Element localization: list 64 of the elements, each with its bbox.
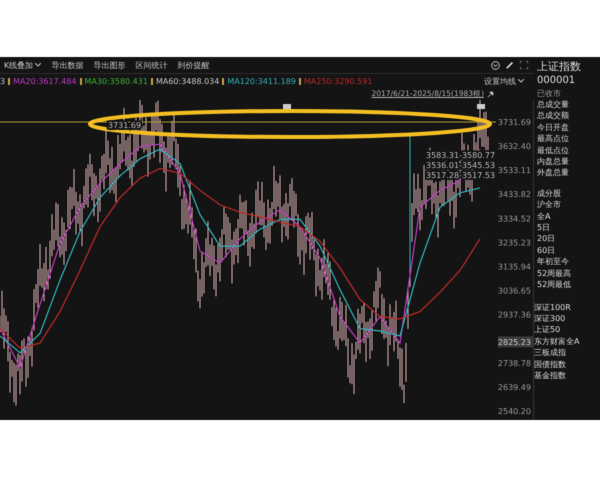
period-label: 全A xyxy=(537,210,552,222)
index-code: 000001 xyxy=(537,74,576,88)
marker-icon xyxy=(150,78,153,84)
stat-label: 最高点位 xyxy=(537,133,570,145)
stat-label: 总成交额 xyxy=(537,110,570,122)
dropdown-circle-icon[interactable] xyxy=(491,60,500,70)
axis-label: 3632.40 xyxy=(498,142,531,152)
index-name: 上证指数 xyxy=(537,59,582,74)
toolbar-button[interactable]: 到价提醒 xyxy=(175,60,212,70)
marker-icon xyxy=(80,78,82,84)
toolbar-button[interactable]: 导出图形 xyxy=(91,60,128,70)
axis-label: 2540.20 xyxy=(498,407,531,416)
marker-icon xyxy=(8,78,10,84)
brush-icon[interactable] xyxy=(506,61,514,69)
market-status: 已收市 xyxy=(537,88,562,99)
overlay-menu[interactable]: K线叠加 xyxy=(2,60,44,70)
index-list-item[interactable]: 国债指数 xyxy=(534,358,600,370)
index-list-item[interactable]: 上证50 xyxy=(534,324,600,336)
marker-icon xyxy=(222,78,224,84)
marker-icon xyxy=(283,104,291,109)
period-label: 5日 xyxy=(537,222,552,234)
stat-label: 今日开盘 xyxy=(537,122,570,134)
index-list-item[interactable]: 基金指数 xyxy=(534,370,600,382)
caret-icon xyxy=(35,63,42,67)
axis-label: 3036.65 xyxy=(498,286,531,296)
period-label: 成分股 xyxy=(537,188,562,200)
marker-icon xyxy=(477,104,485,109)
ma-value: MA20:3617.484 xyxy=(13,76,77,86)
index-list-item[interactable]: 东方财富全A xyxy=(534,336,600,348)
ma-value: MA250:3290.591 xyxy=(304,76,372,86)
axis-label: 2639.49 xyxy=(498,382,531,392)
stat-label: 内盘总量 xyxy=(537,156,570,168)
period-label: 52周最高 xyxy=(537,268,572,280)
marker-icon xyxy=(298,78,301,84)
axis-label: 3533.11 xyxy=(498,166,531,176)
ma-value: MA120:3411.189 xyxy=(227,76,296,86)
ma-value: MA60:3488.034 xyxy=(156,76,220,86)
axis-label: 3235.23 xyxy=(498,238,531,248)
toolbar-button[interactable]: 导出数据 xyxy=(49,60,86,70)
stat-label: 外盘总量 xyxy=(537,167,570,179)
stat-label: 最低点位 xyxy=(537,144,570,156)
period-label: 沪全市 xyxy=(537,199,562,211)
period-label: 60日 xyxy=(537,244,556,256)
ma-settings-menu[interactable]: 设置均线 xyxy=(482,76,526,86)
expand-icon[interactable] xyxy=(520,61,528,69)
axis-label: 3731.69 xyxy=(498,118,531,127)
index-list-item[interactable]: 三板成指 xyxy=(534,347,600,359)
axis-label: 3334.52 xyxy=(498,214,531,224)
ma-value: 3 xyxy=(0,76,6,86)
pin-icon[interactable] xyxy=(487,90,494,98)
period-label: 年初至今 xyxy=(537,256,570,268)
stat-label: 总成交量 xyxy=(537,99,570,110)
index-list-item[interactable]: 深证100R xyxy=(534,302,600,313)
cursor-price-label: 2825.23 xyxy=(498,336,533,348)
axis-label: 3433.82 xyxy=(498,190,531,200)
axis-label: 3135.94 xyxy=(498,262,531,272)
toolbar-button[interactable]: 区间统计 xyxy=(133,60,170,70)
ma-value: MA30:3580.431 xyxy=(84,76,148,86)
period-label: 52周最低 xyxy=(537,279,572,290)
period-label: 20日 xyxy=(537,233,556,245)
axis-label: 2738.78 xyxy=(498,358,531,368)
axis-label: 2937.36 xyxy=(498,310,531,320)
index-list-item[interactable]: 深证300 xyxy=(534,312,600,324)
caret-icon xyxy=(518,79,524,83)
